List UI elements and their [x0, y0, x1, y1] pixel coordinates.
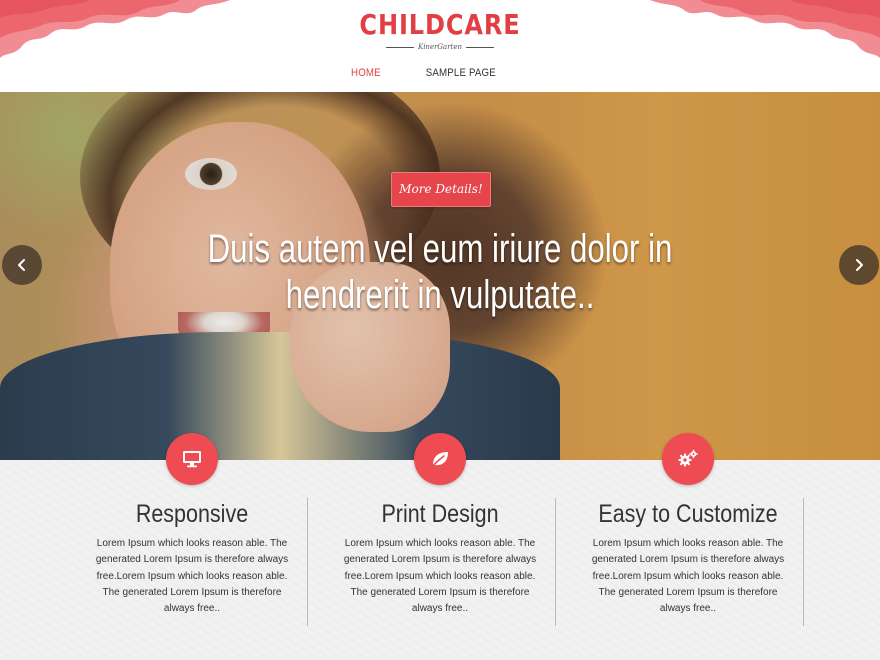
chevron-right-icon [856, 259, 863, 271]
feature-text: Lorem Ipsum which looks reason able. The… [95, 538, 289, 615]
feature-divider [307, 498, 308, 626]
feature-icon-circle[interactable] [166, 433, 218, 485]
site-logo[interactable]: CHILDCARE KinerGarten [340, 8, 540, 52]
main-nav: HOME SAMPLE PAGE [0, 64, 880, 84]
feature-title: Easy to Customize [598, 500, 778, 528]
feature-icon-circle[interactable] [662, 433, 714, 485]
more-details-button[interactable]: More Details! [391, 172, 491, 207]
feature-print-design: Print Design Lorem Ipsum which looks rea… [316, 433, 564, 660]
feature-text: Lorem Ipsum which looks reason able. The… [591, 538, 785, 615]
nav-item-sample-page[interactable]: SAMPLE PAGE [426, 64, 496, 84]
feature-responsive: Responsive Lorem Ipsum which looks reaso… [68, 433, 316, 660]
logo-line-right [466, 46, 495, 48]
feature-icon-circle[interactable] [414, 433, 466, 485]
slider-next-button[interactable] [839, 245, 879, 285]
logo-title: CHILDCARE [359, 8, 521, 41]
site-header: CHILDCARE KinerGarten HOME SAMPLE PAGE [0, 0, 880, 92]
feature-divider [803, 498, 804, 626]
gears-icon [678, 449, 698, 467]
feature-title: Print Design [381, 500, 499, 528]
monitor-icon [183, 451, 201, 468]
feature-easy-to-customize: Easy to Customize Lorem Ipsum which look… [564, 433, 812, 660]
features-section: Responsive Lorem Ipsum which looks reaso… [0, 433, 880, 660]
logo-subtitle-row: KinerGarten [340, 42, 540, 52]
chevron-left-icon [18, 259, 25, 271]
feature-divider [555, 498, 556, 626]
feature-title: Responsive [135, 500, 249, 528]
watercolor-splash-right [650, 0, 880, 58]
feature-text: Lorem Ipsum which looks reason able. The… [343, 538, 537, 615]
watercolor-splash-left [0, 0, 230, 58]
nav-item-home[interactable]: HOME [351, 64, 381, 84]
logo-subtitle: KinerGarten [417, 43, 463, 51]
slide-caption: Duis autem vel eum iriure dolor in hendr… [207, 227, 673, 317]
slider-prev-button[interactable] [2, 245, 42, 285]
hero-slider: More Details! Duis autem vel eum iriure … [0, 92, 880, 460]
logo-line-left [385, 46, 414, 48]
leaf-icon [431, 452, 448, 468]
